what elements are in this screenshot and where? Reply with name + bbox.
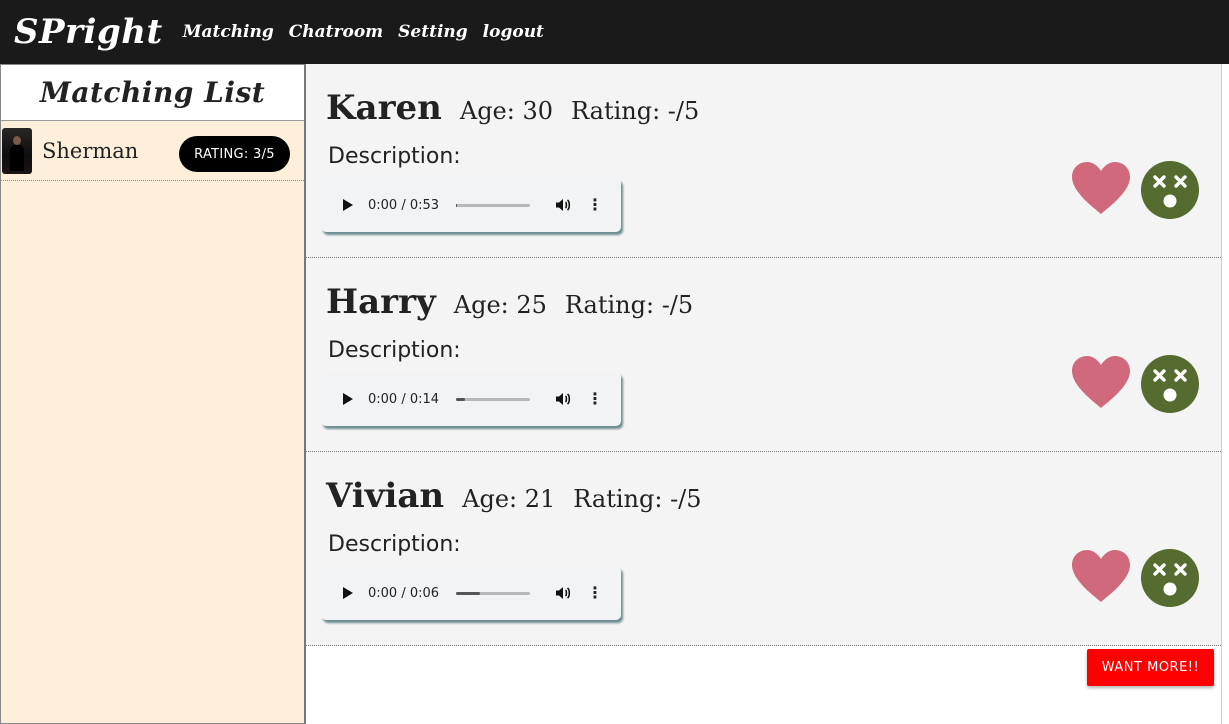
- description-label: Description:: [328, 532, 461, 557]
- audio-seek-bar[interactable]: [456, 397, 530, 401]
- volume-icon[interactable]: [555, 585, 571, 601]
- card-header: Harry Age: 25 Rating: -/5: [326, 282, 693, 322]
- heart-icon: [1072, 162, 1130, 214]
- dislike-button[interactable]: [1141, 355, 1199, 413]
- nav-link-setting[interactable]: Setting: [398, 22, 468, 42]
- sidebar-title: Matching List: [39, 76, 266, 109]
- card-header: Vivian Age: 21 Rating: -/5: [326, 476, 702, 516]
- rating-badge: RATING: 3/5: [179, 136, 290, 172]
- play-icon[interactable]: [343, 393, 353, 405]
- volume-icon[interactable]: [555, 197, 571, 213]
- audio-player: 0:00 / 0:53 ⋮: [321, 178, 621, 232]
- profile-name: Harry: [326, 282, 436, 322]
- navbar: SPright Matching Chatroom Setting logout: [0, 0, 1229, 64]
- profile-card: Vivian Age: 21 Rating: -/5 Description: …: [306, 452, 1221, 646]
- profile-card: Harry Age: 25 Rating: -/5 Description: 0…: [306, 258, 1221, 452]
- dislike-button[interactable]: [1141, 549, 1199, 607]
- audio-progress: [456, 203, 458, 207]
- brand-logo[interactable]: SPright: [14, 12, 163, 52]
- audio-time: 0:00 / 0:14: [368, 391, 440, 407]
- more-vert-icon[interactable]: ⋮: [587, 585, 603, 601]
- audio-player: 0:00 / 0:14 ⋮: [321, 372, 621, 426]
- profile-age: Age: 25: [453, 291, 547, 319]
- heart-icon: [1072, 550, 1130, 602]
- nav-links: Matching Chatroom Setting logout: [183, 22, 559, 42]
- profile-name: Karen: [326, 88, 442, 128]
- profile-rating: Rating: -/5: [564, 291, 694, 319]
- avatar: [2, 127, 32, 174]
- dizzy-face-icon: [1141, 355, 1199, 413]
- profile-age: Age: 30: [459, 97, 554, 125]
- more-vert-icon[interactable]: ⋮: [587, 197, 603, 213]
- like-button[interactable]: [1070, 548, 1132, 604]
- match-name: Sherman: [42, 138, 139, 163]
- audio-progress: [456, 397, 465, 401]
- audio-player: 0:00 / 0:06 ⋮: [321, 566, 621, 620]
- nav-link-matching[interactable]: Matching: [183, 22, 274, 42]
- audio-time: 0:00 / 0:53: [368, 197, 440, 213]
- audio-seek-bar[interactable]: [456, 591, 530, 595]
- like-button[interactable]: [1070, 354, 1132, 410]
- card-header: Karen Age: 30 Rating: -/5: [326, 88, 699, 128]
- audio-progress: [456, 591, 480, 595]
- description-label: Description:: [328, 338, 461, 363]
- dizzy-face-icon: [1141, 161, 1199, 219]
- dislike-button[interactable]: [1141, 161, 1199, 219]
- profile-rating: Rating: -/5: [573, 485, 702, 513]
- audio-time: 0:00 / 0:06: [368, 585, 440, 601]
- main-content: Karen Age: 30 Rating: -/5 Description: 0…: [306, 64, 1221, 724]
- sidebar-header: Matching List: [1, 65, 304, 121]
- profile-card: Karen Age: 30 Rating: -/5 Description: 0…: [306, 64, 1221, 258]
- audio-seek-bar[interactable]: [456, 203, 530, 207]
- want-more-button[interactable]: WANT MORE!!: [1087, 649, 1214, 686]
- scrollbar-track[interactable]: [1221, 64, 1229, 724]
- nav-link-logout[interactable]: logout: [483, 22, 544, 42]
- dizzy-face-icon: [1141, 549, 1199, 607]
- matching-sidebar: Matching List Sherman RATING: 3/5: [0, 64, 306, 724]
- heart-icon: [1072, 356, 1130, 408]
- profile-age: Age: 21: [462, 485, 556, 513]
- play-icon[interactable]: [343, 199, 353, 211]
- volume-icon[interactable]: [555, 391, 571, 407]
- match-list-item[interactable]: Sherman RATING: 3/5: [1, 121, 304, 181]
- profile-name: Vivian: [326, 476, 445, 516]
- nav-link-chatroom[interactable]: Chatroom: [289, 22, 383, 42]
- description-label: Description:: [328, 144, 461, 169]
- play-icon[interactable]: [343, 587, 353, 599]
- more-vert-icon[interactable]: ⋮: [587, 391, 603, 407]
- like-button[interactable]: [1070, 160, 1132, 216]
- profile-rating: Rating: -/5: [571, 97, 700, 125]
